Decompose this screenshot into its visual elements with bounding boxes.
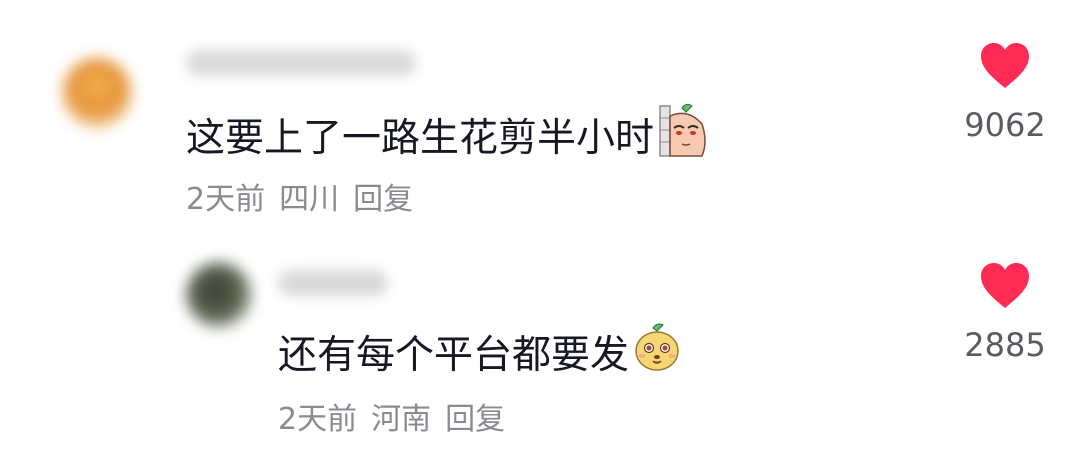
comment-text-body: 这要上了一路生花剪半小时 <box>186 116 655 161</box>
like-button[interactable]: 2885 <box>955 262 1055 364</box>
heart-icon[interactable] <box>955 262 1055 310</box>
like-button[interactable]: 9062 <box>955 42 1055 144</box>
peeking-peach-sticker-icon <box>658 102 708 168</box>
avatar[interactable] <box>186 262 252 328</box>
comment-location: 河南 <box>371 402 432 437</box>
comment-text: 这要上了一路生花剪半小时 <box>186 102 708 168</box>
reply-button[interactable]: 回复 <box>445 402 505 437</box>
comment-meta: 2天前 河南 回复 <box>278 394 519 438</box>
smiling-mango-sticker-icon <box>633 322 681 382</box>
username[interactable] <box>278 270 388 296</box>
like-count: 2885 <box>964 326 1046 364</box>
comment-time: 2天前 <box>186 182 266 217</box>
comment-text: 还有每个平台都要发 <box>278 322 681 382</box>
username[interactable] <box>186 50 416 76</box>
comment-time: 2天前 <box>278 402 358 437</box>
comment-location: 四川 <box>279 182 340 217</box>
reply-button[interactable]: 回复 <box>353 182 413 217</box>
like-count: 9062 <box>964 106 1046 144</box>
avatar[interactable] <box>62 58 132 128</box>
comment-meta: 2天前 四川 回复 <box>186 174 427 218</box>
heart-icon[interactable] <box>955 42 1055 90</box>
comment-text-body: 还有每个平台都要发 <box>278 333 630 378</box>
